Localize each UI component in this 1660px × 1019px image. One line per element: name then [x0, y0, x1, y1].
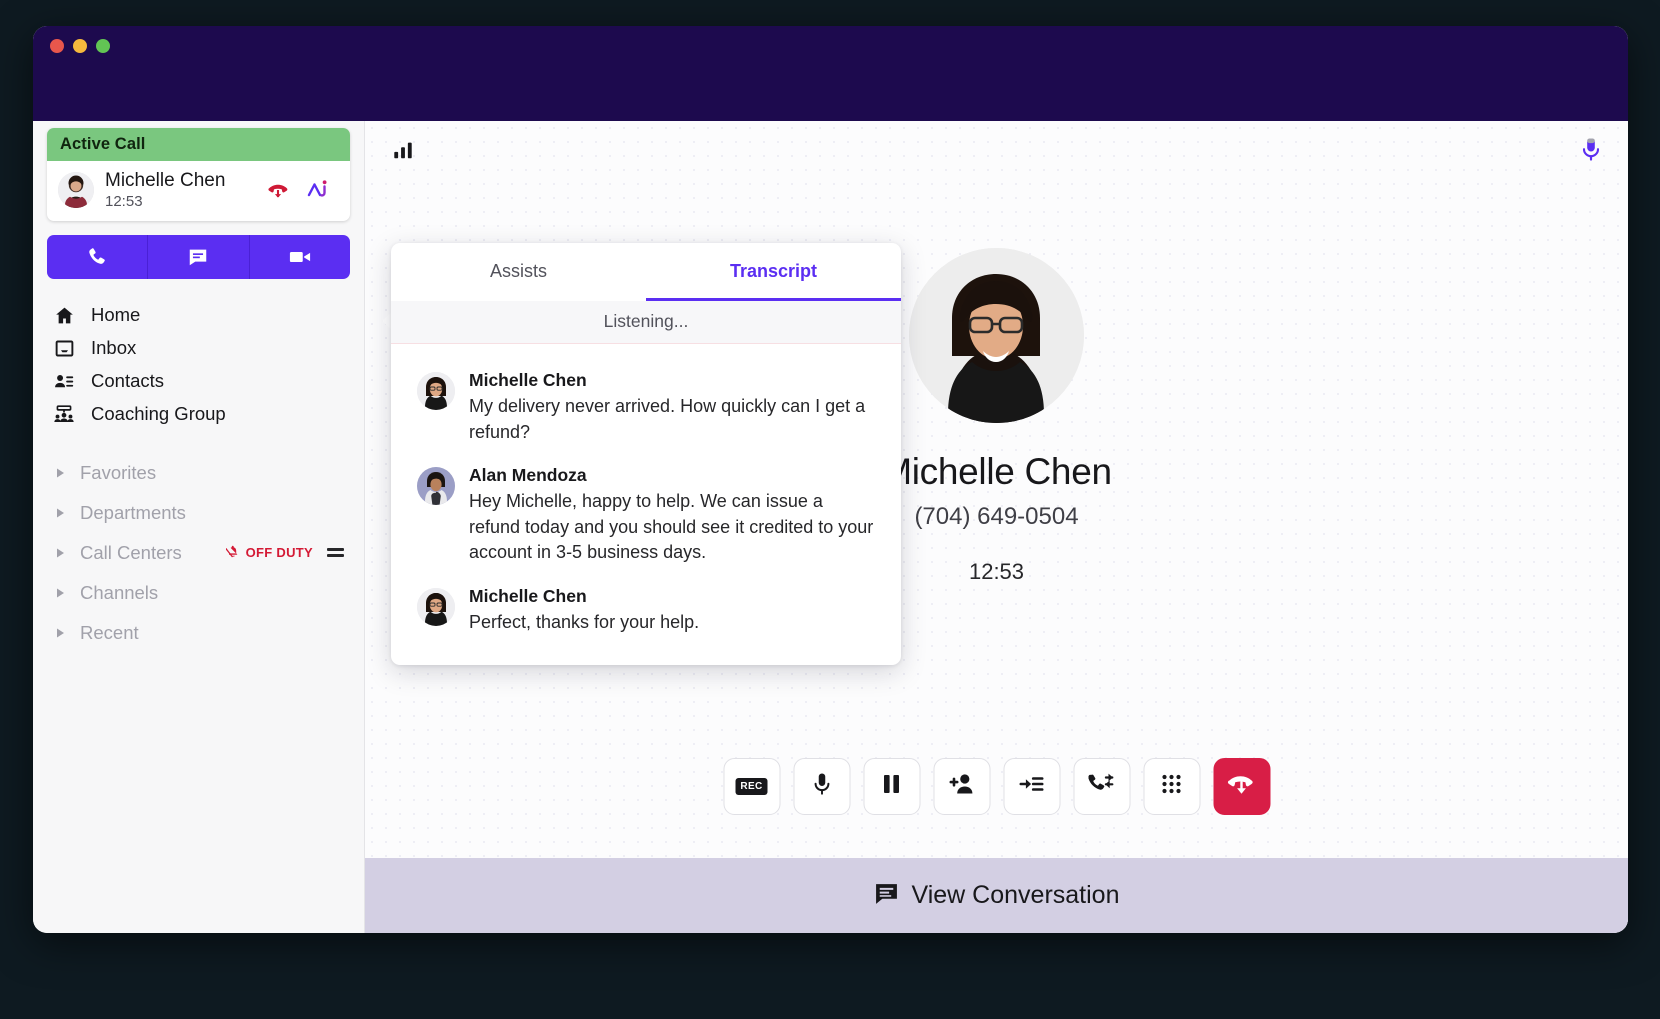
phone-icon[interactable] [47, 234, 149, 279]
transcript-message-author: Alan Mendoza [469, 465, 587, 486]
transcript-status: Listening... [391, 301, 901, 344]
chevron-right-icon [52, 627, 68, 639]
sidebar-item-inbox[interactable]: Inbox [47, 332, 350, 365]
desktop-background: Active Call Michelle Chen 12:53 Home Inb… [0, 0, 1660, 1019]
sidebar-item-label: Inbox [91, 337, 137, 359]
chevron-right-icon [52, 467, 68, 479]
maximize-window-button[interactable] [96, 39, 110, 53]
hold-button[interactable] [863, 758, 920, 815]
avatar [417, 587, 455, 626]
record-button[interactable]: REC [723, 758, 780, 815]
arrow-to-list-icon [1019, 773, 1045, 800]
active-call-duration: 12:53 [105, 192, 143, 210]
view-conversation-label: View Conversation [911, 881, 1120, 909]
bell-off-icon [223, 544, 241, 562]
avatar [58, 171, 94, 208]
drag-handle-icon[interactable] [327, 548, 344, 558]
sidebar-groups: Favorites Departments Call Centers OFF D… [47, 453, 350, 653]
transcript-message: Michelle Chen My delivery never arrived.… [417, 370, 875, 445]
sidebar: Active Call Michelle Chen 12:53 Home Inb… [33, 121, 365, 933]
sidebar-group-label: Favorites [80, 461, 157, 483]
chevron-right-icon [52, 547, 68, 559]
call-workspace-toolbar [365, 121, 1628, 183]
sidebar-item-home[interactable]: Home [47, 299, 350, 332]
sidebar-group-label: Recent [80, 621, 139, 643]
sidebar-group-departments[interactable]: Departments [47, 493, 350, 533]
home-icon [52, 303, 76, 327]
sidebar-group-label: Departments [80, 501, 186, 523]
call-controls: REC [723, 758, 1270, 815]
transfer-call-button[interactable] [1073, 758, 1130, 815]
minimize-window-button[interactable] [73, 39, 87, 53]
sidebar-item-coaching-group[interactable]: Coaching Group [47, 398, 350, 431]
call-timer: 12:53 [968, 559, 1025, 584]
view-conversation-button[interactable]: View Conversation [365, 858, 1628, 933]
signal-bars-icon [392, 139, 414, 166]
sidebar-item-contacts[interactable]: Contacts [47, 365, 350, 398]
call-transfer-icon [1088, 772, 1115, 801]
transcript-message-author: Michelle Chen [469, 585, 587, 606]
primary-nav: Home Inbox Contacts Coaching Group [47, 299, 350, 431]
contacts-icon [52, 369, 76, 393]
close-window-button[interactable] [50, 39, 64, 53]
sidebar-group-recent[interactable]: Recent [47, 613, 350, 653]
ai-wave-icon[interactable] [307, 178, 333, 202]
chevron-right-icon [52, 507, 68, 519]
end-call-button[interactable] [1213, 758, 1270, 815]
sidebar-group-label: Call Centers [80, 541, 182, 563]
microphone-icon[interactable] [1579, 137, 1603, 168]
window-controls [50, 39, 110, 53]
transcript-message: Alan Mendoza Hey Michelle, happy to help… [417, 465, 875, 566]
avatar [417, 372, 455, 410]
hangup-icon [1227, 770, 1257, 803]
contact-phone: (704) 649-0504 [914, 503, 1079, 530]
active-call-header: Active Call [47, 128, 350, 161]
video-icon[interactable] [249, 234, 350, 279]
pause-icon [882, 773, 902, 800]
microphone-icon [810, 772, 833, 802]
window-titlebar [33, 26, 1628, 121]
message-icon[interactable] [148, 234, 250, 279]
dialpad-icon [1161, 773, 1183, 800]
inbox-icon [52, 336, 76, 360]
chat-bubble-icon [874, 881, 899, 911]
transcript-message-text: Perfect, thanks for your help. [469, 611, 700, 632]
sidebar-group-favorites[interactable]: Favorites [47, 453, 350, 493]
sidebar-group-channels[interactable]: Channels [47, 573, 350, 613]
keypad-button[interactable] [1143, 758, 1200, 815]
transcript-tabs: Assists Transcript [391, 243, 901, 301]
call-stage: Michelle Chen (704) 649-0504 12:53 REC A… [365, 183, 1628, 858]
avatar [417, 467, 455, 506]
status-badge-label: OFF DUTY [245, 545, 313, 561]
sidebar-group-call-centers[interactable]: Call Centers OFF DUTY [47, 533, 350, 573]
tab-assists[interactable]: Assists [391, 243, 646, 301]
sidebar-item-label: Coaching Group [91, 403, 226, 425]
transcript-messages: Michelle Chen My delivery never arrived.… [391, 344, 901, 665]
transcript-message-text: My delivery never arrived. How quickly c… [469, 396, 866, 442]
add-person-icon [949, 772, 975, 801]
transcript-panel: Assists Transcript Listening... Michelle… [391, 243, 901, 666]
rec-icon: REC [735, 778, 768, 795]
move-to-queue-button[interactable] [1003, 758, 1060, 815]
transcript-message-text: Hey Michelle, happy to help. We can issu… [469, 491, 874, 563]
sidebar-item-label: Contacts [91, 370, 165, 392]
mute-button[interactable] [793, 758, 850, 815]
active-call-contact-name: Michelle Chen [105, 170, 226, 191]
coaching-group-icon [52, 402, 76, 426]
page-title: Michelle Chen [881, 451, 1112, 492]
active-call-card[interactable]: Active Call Michelle Chen 12:53 [47, 128, 350, 221]
app-window: Active Call Michelle Chen 12:53 Home Inb… [33, 26, 1628, 933]
status-badge: OFF DUTY [223, 544, 313, 562]
sidebar-item-label: Home [91, 304, 141, 326]
tab-transcript[interactable]: Transcript [646, 243, 901, 301]
sidebar-group-label: Channels [80, 581, 159, 603]
transcript-message: Michelle Chen Perfect, thanks for your h… [417, 586, 875, 636]
avatar [909, 248, 1084, 423]
hangup-icon[interactable] [266, 178, 290, 202]
call-workspace: Michelle Chen (704) 649-0504 12:53 REC A… [365, 121, 1628, 933]
transcript-message-author: Michelle Chen [469, 370, 587, 390]
chevron-right-icon [52, 587, 68, 599]
add-participant-button[interactable] [933, 758, 990, 815]
quick-actions [47, 234, 350, 279]
